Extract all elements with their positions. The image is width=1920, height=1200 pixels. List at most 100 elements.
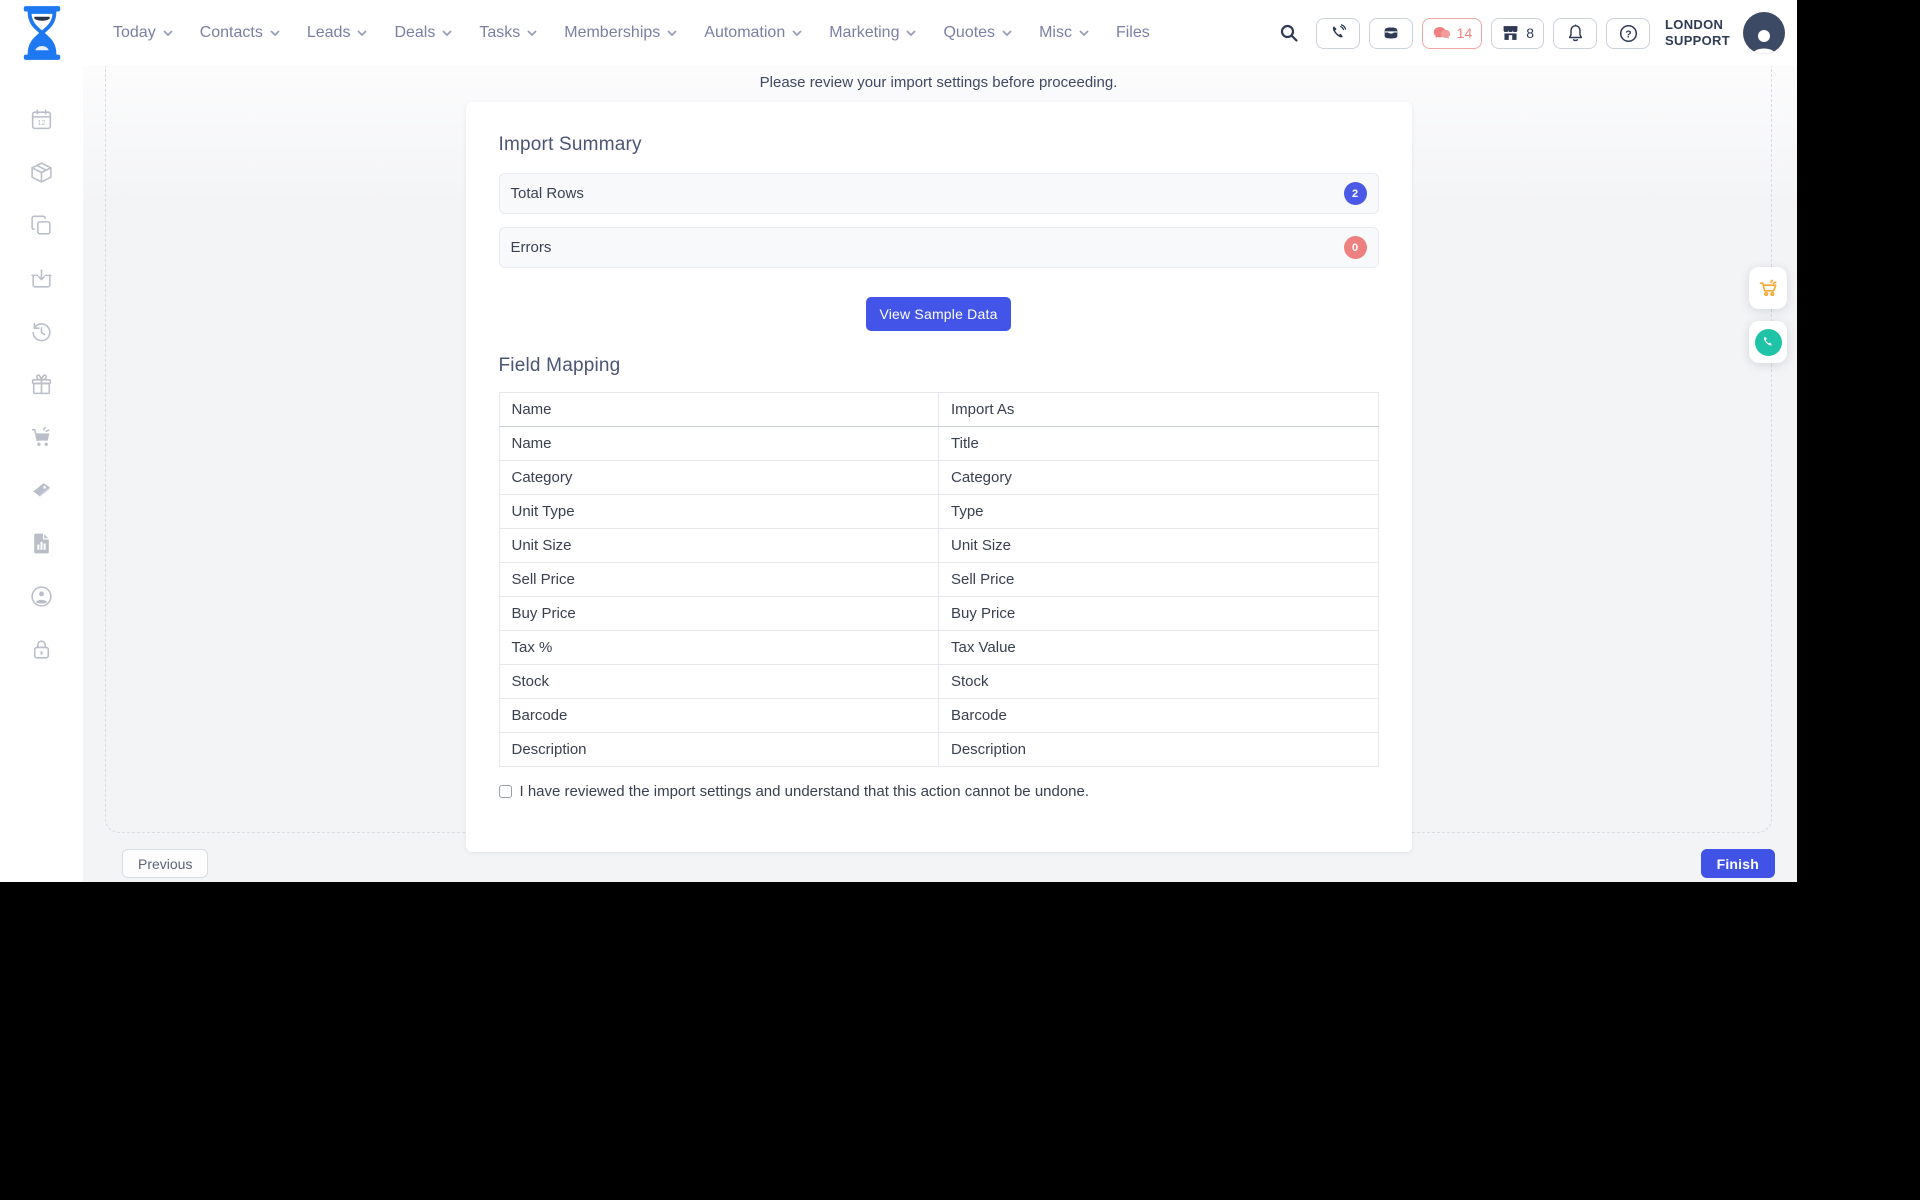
view-sample-data-button[interactable]: View Sample Data: [866, 297, 1011, 331]
previous-button[interactable]: Previous: [122, 849, 209, 878]
nav-item-label: Tasks: [479, 24, 521, 41]
field-mapping-title: Field Mapping: [498, 355, 621, 376]
phone-icon: [1332, 24, 1346, 38]
nav-item[interactable]: Quotes: [943, 24, 1012, 42]
nav-item[interactable]: Files: [1116, 24, 1150, 42]
chat-button[interactable]: 14: [1421, 17, 1483, 49]
count-badge: 2: [1343, 182, 1367, 205]
cart-widget[interactable]: [1749, 267, 1787, 309]
lock-icon[interactable]: [29, 636, 55, 662]
source-field-cell: Category: [498, 460, 939, 495]
left-sidebar: 12: [0, 66, 83, 882]
nav-item[interactable]: Memberships: [564, 24, 677, 42]
search-icon[interactable]: [1275, 19, 1303, 47]
nav-item[interactable]: Contacts: [200, 24, 280, 42]
nav-item[interactable]: Tasks: [479, 24, 537, 42]
nav-item[interactable]: Leads: [307, 24, 368, 42]
confirm-label: I have reviewed the import settings and …: [519, 783, 1090, 800]
table-row: Buy Price Buy Price: [498, 596, 1379, 631]
history-icon[interactable]: [29, 318, 55, 344]
main-nav: Today Contacts Leads Deals Tasks Members…: [113, 24, 1150, 42]
summary-rows: Total Rows 2 Errors 0: [498, 173, 1379, 268]
source-field-cell: Tax %: [498, 630, 939, 665]
inbox-button[interactable]: [1368, 17, 1413, 49]
source-field-cell: Description: [498, 732, 939, 767]
source-field-cell: Barcode: [498, 698, 939, 733]
finish-button[interactable]: Finish: [1700, 849, 1775, 878]
source-field-cell: Stock: [498, 664, 939, 699]
target-field-cell: Tax Value: [938, 630, 1379, 665]
store-button[interactable]: 8: [1491, 17, 1545, 49]
nav-item-label: Contacts: [199, 24, 263, 41]
chevron-down-icon: [906, 30, 917, 36]
nav-item[interactable]: Deals: [394, 24, 452, 42]
header-actions: 14 8 ? LONDON SUPPORT: [1275, 12, 1785, 54]
import-summary-title: Import Summary: [498, 134, 642, 155]
import-wizard-panel: Please review your import settings befor…: [105, 66, 1772, 852]
top-header: Today Contacts Leads Deals Tasks Members…: [0, 0, 1797, 66]
target-field-cell: Stock: [938, 664, 1379, 699]
target-field-cell: Description: [938, 732, 1379, 767]
call-widget[interactable]: [1749, 321, 1787, 363]
package-icon[interactable]: [29, 159, 55, 185]
table-row: Stock Stock: [498, 664, 1379, 699]
account-icon[interactable]: [29, 583, 55, 609]
table-row: Description Description: [498, 732, 1379, 767]
nav-item-label: Deals: [394, 24, 436, 41]
chevron-down-icon: [442, 30, 452, 36]
source-field-cell: Sell Price: [498, 562, 939, 597]
copy-icon[interactable]: [29, 212, 55, 238]
chevron-down-icon: [527, 30, 537, 36]
target-field-cell: Title: [938, 426, 1379, 461]
target-field-cell: Category: [938, 460, 1379, 495]
nav-item-label: Leads: [306, 24, 351, 41]
table-row: Barcode Barcode: [498, 698, 1379, 733]
notifications-button[interactable]: [1553, 17, 1598, 49]
nav-item-label: Files: [1115, 24, 1150, 41]
chevron-down-icon: [792, 30, 802, 36]
chevron-down-icon: [667, 30, 677, 36]
svg-text:12: 12: [37, 118, 45, 127]
chat-bubbles-icon: [1433, 26, 1450, 40]
app-logo-icon[interactable]: [19, 6, 65, 60]
calendar-12-icon[interactable]: 12: [29, 106, 55, 132]
table-row: Unit Size Unit Size: [498, 528, 1379, 563]
cart-icon[interactable]: [29, 424, 55, 450]
source-field-cell: Name: [498, 426, 939, 461]
target-field-cell: Buy Price: [938, 596, 1379, 631]
confirm-checkbox[interactable]: [498, 785, 512, 798]
nav-item-label: Automation: [704, 24, 786, 41]
review-notice: Please review your import settings befor…: [759, 74, 1118, 91]
view-sample-row: View Sample Data: [499, 297, 1379, 331]
gift-icon[interactable]: [29, 371, 55, 397]
avatar[interactable]: [1743, 12, 1785, 54]
field-mapping-table: Name Import As Name Title Category Categ…: [498, 392, 1379, 767]
coupon-icon[interactable]: [29, 477, 55, 503]
count-badge: 0: [1343, 236, 1367, 259]
table-row: Name Title: [498, 426, 1379, 461]
profile-label: LONDON SUPPORT: [1665, 17, 1730, 48]
summary-label: Errors: [510, 239, 552, 256]
chat-count-badge: 14: [1456, 25, 1473, 41]
nav-item-label: Today: [113, 24, 156, 41]
nav-item[interactable]: Marketing: [829, 24, 917, 42]
chevron-down-icon: [270, 30, 280, 36]
phone-teal-icon: [1754, 328, 1782, 356]
nav-item[interactable]: Misc: [1039, 24, 1089, 42]
table-header-row: Name Import As: [498, 392, 1379, 427]
table-row: Tax % Tax Value: [498, 630, 1379, 665]
cart-orange-icon: [1759, 279, 1776, 297]
column-header-import-as: Import As: [938, 392, 1379, 427]
phone-button[interactable]: [1315, 17, 1360, 49]
nav-item[interactable]: Automation: [704, 24, 802, 42]
basket-in-icon[interactable]: [29, 265, 55, 291]
target-field-cell: Type: [938, 494, 1379, 529]
column-header-name: Name: [498, 392, 939, 427]
target-field-cell: Sell Price: [938, 562, 1379, 597]
summary-row: Total Rows 2: [498, 173, 1379, 214]
confirm-row: I have reviewed the import settings and …: [498, 783, 1379, 800]
chevron-down-icon: [357, 30, 368, 36]
nav-item[interactable]: Today: [113, 24, 173, 42]
help-button[interactable]: ?: [1606, 17, 1651, 49]
report-icon[interactable]: [29, 530, 55, 556]
